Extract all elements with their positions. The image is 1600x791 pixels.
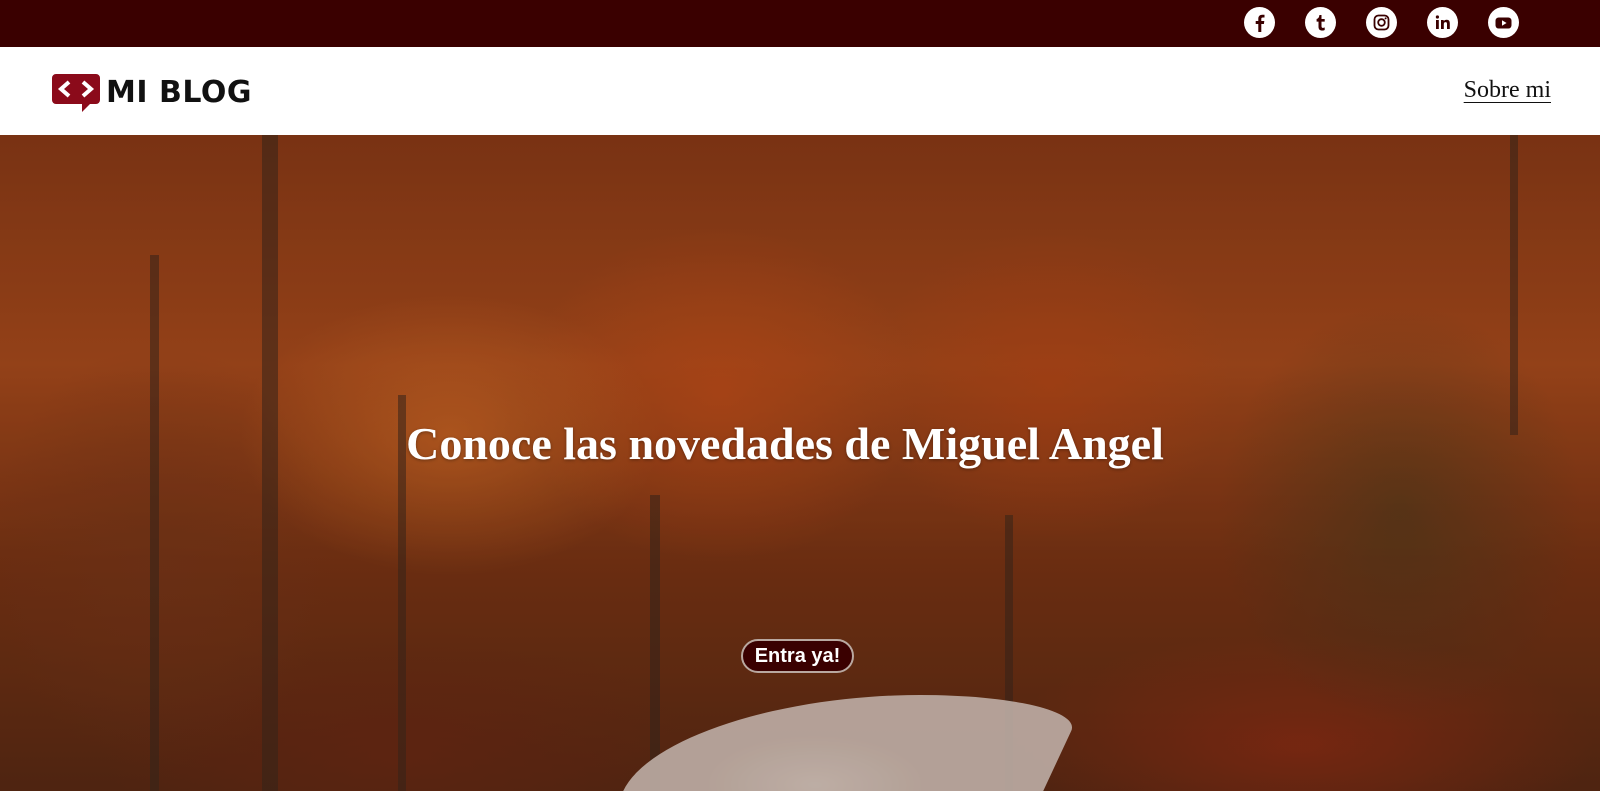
site-logo[interactable]: MI BLOG bbox=[52, 74, 252, 112]
nav-link-sobre-mi[interactable]: Sobre mi bbox=[1464, 77, 1551, 104]
facebook-icon[interactable] bbox=[1244, 7, 1275, 38]
cta-button[interactable]: Entra ya! bbox=[741, 639, 854, 673]
site-header: MI BLOG Sobre mi bbox=[0, 47, 1600, 135]
youtube-icon[interactable] bbox=[1488, 7, 1519, 38]
linkedin-icon[interactable] bbox=[1427, 7, 1458, 38]
code-chat-bubble-icon bbox=[52, 74, 100, 112]
tumblr-icon[interactable] bbox=[1305, 7, 1336, 38]
top-social-bar bbox=[0, 0, 1600, 47]
logo-text: MI BLOG bbox=[106, 75, 252, 110]
hero-banner: Conoce las novedades de Miguel Angel Ent… bbox=[0, 135, 1600, 791]
hero-title: Conoce las novedades de Miguel Angel bbox=[406, 418, 1164, 469]
instagram-icon[interactable] bbox=[1366, 7, 1397, 38]
